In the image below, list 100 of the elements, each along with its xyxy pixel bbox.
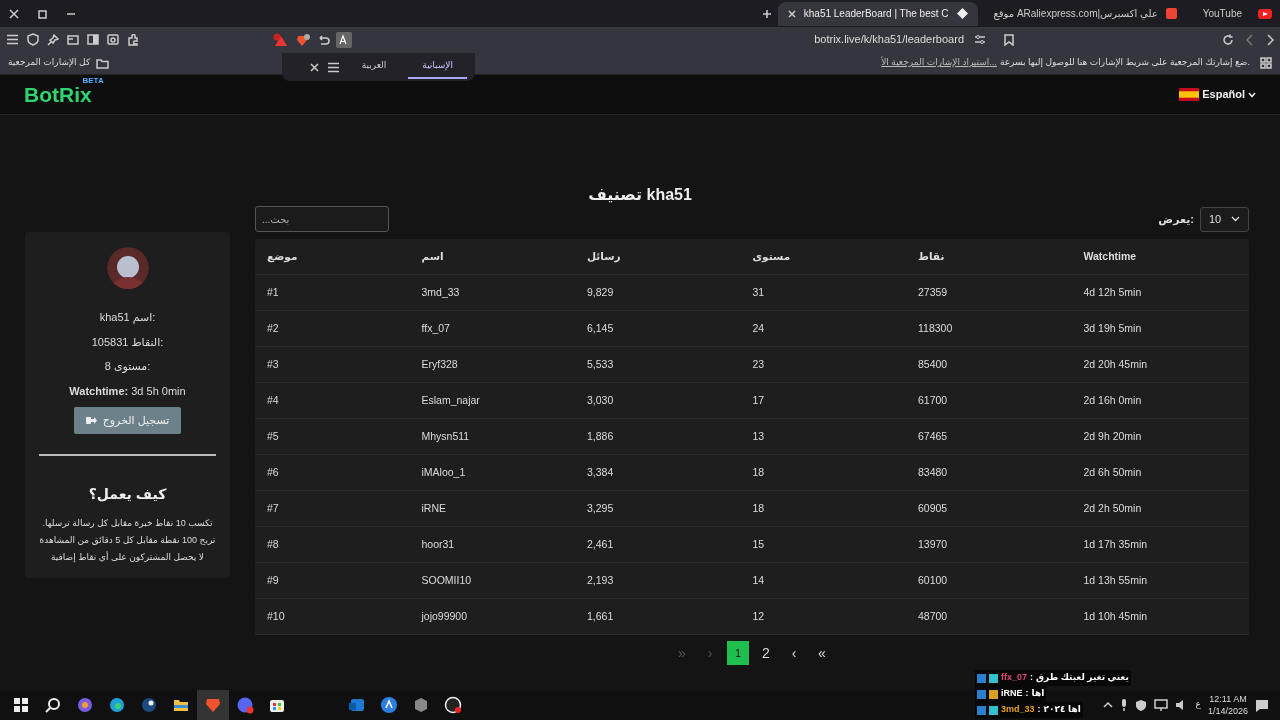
clock[interactable]: 12:11 AM 1/14/2026 [1207, 693, 1248, 717]
cube-icon[interactable] [412, 696, 430, 714]
chat-separator: : [1037, 703, 1041, 717]
profile-info: kha51 اسم: [98, 310, 157, 326]
column-header: اسم [421, 248, 445, 265]
screenshot-icon[interactable] [107, 34, 119, 45]
table-cell-text: 2d 6h 50min [1083, 464, 1143, 480]
flag-icon [1179, 88, 1200, 101]
table-cell-text: 6,145 [587, 320, 615, 336]
menu-icon[interactable] [6, 34, 19, 45]
table-cell-text: 1,661 [587, 608, 615, 624]
table-cell-text: 15 [752, 536, 766, 552]
table-cell-text: #8 [266, 536, 280, 552]
undo-icon[interactable] [317, 33, 330, 46]
chat-text: اها [1031, 687, 1045, 701]
page-size-select[interactable]: 10 [1200, 206, 1249, 232]
new-tab-icon[interactable] [761, 8, 772, 19]
table-cell-text: 17 [752, 392, 766, 408]
diamond-icon [956, 8, 968, 19]
table-cell-text: ffx_07 [421, 320, 451, 336]
back-icon[interactable] [1246, 33, 1254, 46]
table-cell-text: 3d 19h 5min [1083, 320, 1143, 336]
forward-icon[interactable] [1266, 33, 1274, 46]
language-tab[interactable]: الإسبانية [408, 55, 467, 79]
search-icon[interactable] [44, 696, 62, 714]
folder-icon[interactable] [96, 57, 110, 69]
table-cell-text: 2,461 [587, 536, 615, 552]
table-cell-text: 85400 [918, 356, 949, 372]
reload-icon[interactable] [1222, 33, 1234, 46]
close-icon[interactable] [309, 62, 319, 72]
table-cell-text: Eslam_najar [421, 392, 481, 408]
caret-icon[interactable] [1248, 91, 1256, 98]
page-button[interactable]: › [783, 641, 805, 665]
bookmark-icon[interactable] [1004, 33, 1014, 46]
address-field[interactable]: botrix.live/k/kha51/leaderboard [814, 31, 964, 48]
table-cell-text: #5 [266, 428, 280, 444]
table-cell-text: #9 [266, 572, 280, 588]
table-cell-text: #3 [266, 356, 280, 372]
table-cell-text: 1,886 [587, 428, 615, 444]
page-button[interactable]: 1 [727, 641, 749, 665]
table-cell-text: 3,384 [587, 464, 615, 480]
table-cell-text: iMAloo_1 [421, 464, 467, 480]
import-link[interactable]: استيراد الإشارات المرجعية الأ... [881, 56, 997, 70]
table-cell-text: Eryf328 [421, 356, 459, 372]
table-cell-text: 5,533 [587, 356, 615, 372]
table-cell-text: 60905 [918, 500, 949, 516]
table-cell-text: 4d 12h 5min [1083, 284, 1143, 300]
logout-button[interactable]: تسجيل الخروج [73, 407, 182, 434]
translate-icon[interactable] [336, 31, 352, 48]
table-cell-text: 12 [752, 608, 766, 624]
app-icon[interactable] [380, 696, 398, 714]
browser-tab[interactable]: YouTube [1192, 1, 1252, 26]
table-cell-text: 13 [752, 428, 766, 444]
table-cell-text: 48700 [918, 608, 949, 624]
close-icon[interactable] [787, 9, 796, 18]
puzzle-icon[interactable] [127, 33, 139, 46]
shield-icon[interactable] [1134, 699, 1147, 711]
column-header: نقاط [918, 248, 946, 264]
shield-icon[interactable] [27, 33, 39, 46]
table-cell-text: 3md_33 [421, 284, 461, 300]
table-cell-text: 9,829 [587, 284, 615, 300]
info-text: تكسب 10 نقاط خبرة مقابل كل رسالة ترسلها. [41, 516, 214, 530]
close-icon[interactable] [8, 7, 20, 20]
column-header: رسائل [587, 248, 622, 265]
table-cell-text: 60100 [918, 572, 949, 588]
input-language[interactable]: ع [1195, 698, 1201, 712]
browser-tab[interactable]: موقع ARaliexpress.com|علي اكسبرس [983, 1, 1187, 26]
table-cell-text: 118300 [918, 320, 954, 336]
info-text: تربح 100 نقطة مقابل كل 5 دقائق من المشاهدة [39, 533, 216, 547]
table-cell-text: 2d 2h 50min [1083, 500, 1143, 516]
record-icon[interactable] [444, 696, 462, 714]
info-text: لا يحصل المشتركون على أي نقاط إضافية [50, 550, 205, 564]
table-cell-text: Mhysn511 [421, 428, 471, 444]
search-field[interactable]: ...بحث [255, 206, 389, 232]
restore-icon[interactable] [38, 8, 48, 19]
chat-app-icon[interactable] [236, 696, 254, 714]
profile-info: 8 مستوى: [103, 359, 152, 375]
sidebar-icon[interactable] [87, 34, 99, 45]
shopping-bag-icon [1165, 8, 1177, 19]
page-button[interactable]: » [811, 641, 833, 665]
chat-username: 3md_33 [1001, 703, 1035, 717]
bookmark-folder[interactable]: كل الإشارات المرجعية [8, 56, 91, 70]
table-cell-text: 24 [752, 320, 766, 336]
warning-icon[interactable] [273, 32, 289, 47]
apps-icon[interactable] [1260, 57, 1272, 69]
tabs-icon[interactable] [67, 34, 79, 45]
column-header: مستوى [752, 248, 792, 265]
browser-tab[interactable]: kha51 LeaderBoard | The best C [777, 1, 978, 26]
menu-icon[interactable] [326, 61, 340, 73]
table-cell-text: 3,030 [587, 392, 615, 408]
chat-separator: : [1025, 687, 1029, 701]
page-button[interactable]: 2 [755, 641, 777, 665]
table-cell-text: 27359 [918, 284, 949, 300]
table-cell-text: 83480 [918, 464, 949, 480]
settings-icon[interactable] [974, 34, 986, 45]
language-selector[interactable]: Español [1202, 86, 1245, 103]
notification-icon[interactable] [1255, 698, 1269, 712]
language-tab[interactable]: العربية [347, 55, 401, 79]
pin-icon[interactable] [47, 33, 59, 46]
chevron-up-icon[interactable] [1102, 702, 1113, 708]
